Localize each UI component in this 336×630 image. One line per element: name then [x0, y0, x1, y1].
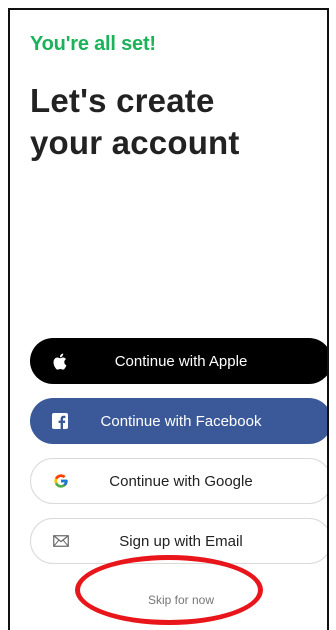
page-title-line-1: Let's create: [30, 82, 215, 119]
continue-with-google-button[interactable]: Continue with Google: [30, 458, 327, 504]
success-subtitle: You're all set!: [30, 33, 156, 55]
sign-up-with-email-label: Sign up with Email: [119, 532, 243, 550]
continue-with-facebook-label: Continue with Facebook: [100, 412, 262, 430]
facebook-icon: [50, 398, 70, 444]
signup-screen: You're all set! Let's create your accoun…: [8, 8, 329, 630]
continue-with-google-label: Continue with Google: [109, 472, 253, 490]
continue-with-apple-label: Continue with Apple: [114, 352, 248, 370]
continue-with-apple-button[interactable]: Continue with Apple: [30, 338, 327, 384]
google-icon: [51, 459, 71, 503]
sign-up-with-email-button[interactable]: Sign up with Email: [30, 518, 327, 564]
page-title-line-2: your account: [30, 124, 240, 161]
apple-icon: [50, 338, 70, 384]
skip-for-now-link[interactable]: Skip for now: [30, 593, 327, 607]
page-title: Let's create your account: [30, 80, 240, 164]
mail-icon: [51, 519, 71, 563]
continue-with-facebook-button[interactable]: Continue with Facebook: [30, 398, 327, 444]
